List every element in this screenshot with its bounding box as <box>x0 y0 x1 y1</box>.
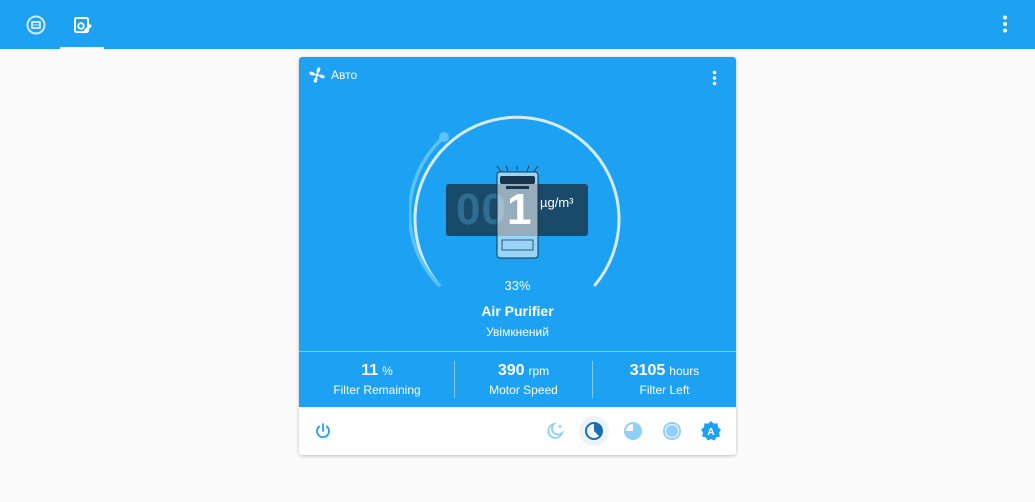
high-speed-button[interactable] <box>657 416 687 446</box>
card-header-panel: Авто 001 µg/m³ <box>299 57 736 407</box>
stat-motor-speed: 390 rpm Motor Speed <box>489 362 558 397</box>
more-vert-icon <box>712 70 716 86</box>
overflow-menu-button[interactable] <box>993 12 1017 36</box>
stat-filter-left: 3105 hours Filter Left <box>629 362 700 397</box>
low-speed-button[interactable] <box>579 416 609 446</box>
high-speed-icon <box>663 422 681 440</box>
speed-percent: 33% <box>504 278 531 293</box>
pm25-unit: µg/m³ <box>540 195 574 210</box>
air-purifier-icon <box>26 15 46 34</box>
top-app-bar <box>0 0 1035 49</box>
edit-device-icon <box>74 16 92 33</box>
tab-air-purifier[interactable] <box>14 0 58 49</box>
gauge-handle[interactable] <box>439 132 449 142</box>
power-icon <box>316 423 330 438</box>
stats-divider <box>299 351 736 352</box>
power-button[interactable] <box>308 416 338 446</box>
more-vert-icon <box>1003 15 1007 33</box>
mode-indicator[interactable]: Авто <box>308 66 357 84</box>
air-purifier-card: Авто 001 µg/m³ <box>299 57 736 455</box>
svg-text:A: A <box>707 427 714 438</box>
card-menu-button[interactable] <box>704 68 724 88</box>
auto-mode-button[interactable]: A <box>696 416 726 446</box>
purifier-illustration <box>496 166 539 259</box>
auto-mode-icon: A <box>701 421 721 441</box>
medium-speed-button[interactable] <box>618 416 648 446</box>
device-name: Air Purifier <box>481 303 554 319</box>
low-speed-icon <box>585 422 603 440</box>
active-tab-indicator <box>60 47 104 49</box>
stat-filter-remaining: 11% Filter Remaining <box>333 362 421 397</box>
fan-icon <box>309 67 325 83</box>
control-bar: A <box>299 407 736 455</box>
tab-edit-device[interactable] <box>60 0 104 49</box>
night-mode-button[interactable] <box>540 416 570 446</box>
night-mode-icon <box>547 422 564 439</box>
device-state: Увімкнений <box>486 325 549 339</box>
mode-label: Авто <box>331 68 358 82</box>
medium-speed-icon <box>624 422 642 440</box>
